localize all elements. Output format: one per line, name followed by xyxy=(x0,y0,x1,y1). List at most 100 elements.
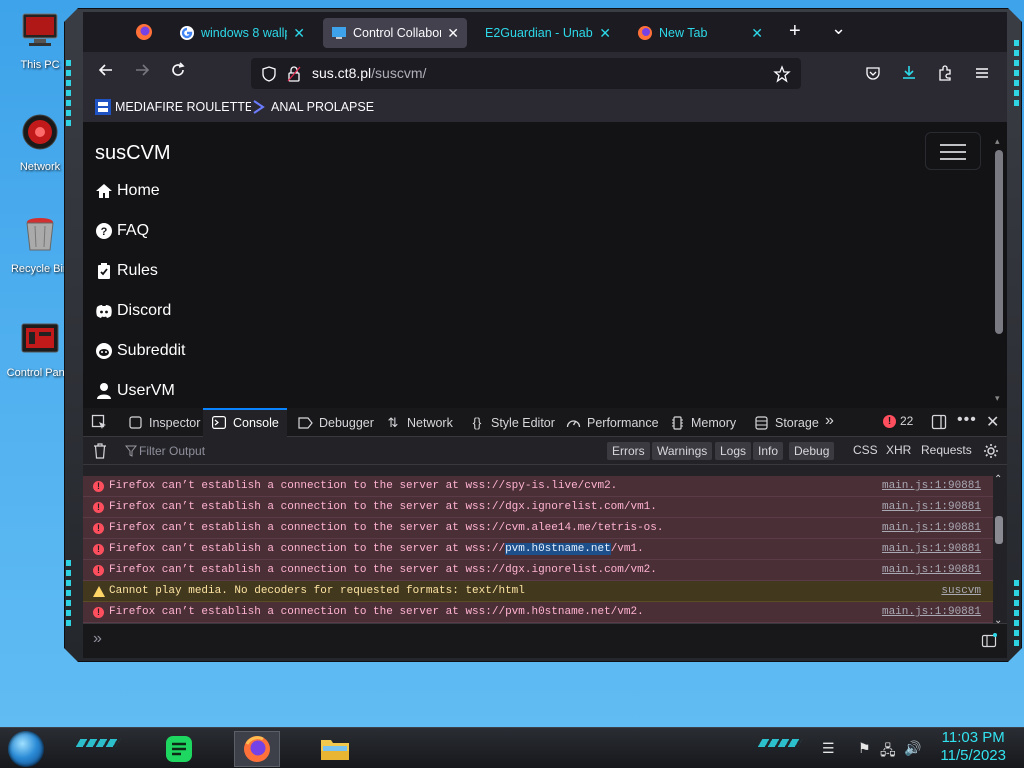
new-tab-button[interactable]: + xyxy=(789,20,801,43)
more-tools-chevron-icon[interactable]: » xyxy=(825,412,834,430)
console-message-warning[interactable]: Cannot play media. No decoders for reque… xyxy=(83,581,993,602)
more-options-icon[interactable]: ••• xyxy=(957,411,977,429)
trash-icon[interactable] xyxy=(93,443,107,459)
scroll-up-icon[interactable]: ⌃ xyxy=(994,474,1002,485)
close-tab-icon[interactable]: ✕ xyxy=(751,25,763,42)
notes-icon xyxy=(166,736,192,762)
nav-link-discord[interactable]: Discord xyxy=(95,302,171,320)
filter-debug-button[interactable]: Debug xyxy=(789,442,835,460)
console-message-error[interactable]: ! Firefox can’t establish a connection t… xyxy=(83,560,993,581)
bookmark-anal-prolapse[interactable]: ANAL PROLAPSE xyxy=(251,99,374,115)
hamburger-line xyxy=(940,158,966,160)
firefox-icon[interactable] xyxy=(135,23,153,41)
url-bar[interactable]: sus.ct8.pl/suscvm/ xyxy=(251,58,801,89)
console-message-error[interactable]: ! Firefox can’t establish a connection t… xyxy=(83,602,993,623)
navbar-toggle-button[interactable] xyxy=(925,132,981,170)
nav-link-home[interactable]: Home xyxy=(95,182,160,200)
forward-button[interactable] xyxy=(129,61,155,85)
nav-link-faq[interactable]: ? FAQ xyxy=(95,222,149,240)
bookmark-mediafire-rouletter[interactable]: MEDIAFIRE ROULETTER xyxy=(95,99,262,115)
tab-list-button[interactable]: ⌄ xyxy=(831,18,846,39)
source-link[interactable]: main.js:1:90881 xyxy=(882,518,981,539)
tab-console[interactable]: Console xyxy=(203,408,287,437)
error-count-badge[interactable]: ! 22 xyxy=(883,414,913,428)
taskbar-app-notes[interactable] xyxy=(156,731,202,767)
tab-new-tab[interactable]: New Tab ✕ xyxy=(629,18,771,48)
source-link[interactable]: main.js:1:90881 xyxy=(882,539,981,560)
console-message-error[interactable]: ! Firefox can’t establish a connection t… xyxy=(83,497,993,518)
reload-button[interactable] xyxy=(165,61,191,85)
tab-storage[interactable]: Storage xyxy=(747,408,825,437)
tab-windows-8-wallpaper[interactable]: windows 8 wallpa ✕ xyxy=(171,18,313,48)
system-clock[interactable]: 11:03 PM 11/5/2023 xyxy=(940,729,1006,765)
filter-info-button[interactable]: Info xyxy=(753,442,784,460)
download-icon[interactable] xyxy=(900,64,918,82)
filter-requests-button[interactable]: Requests xyxy=(921,443,972,457)
home-icon xyxy=(96,184,112,198)
taskbar-app-explorer[interactable] xyxy=(312,731,358,767)
tab-memory[interactable]: Memory xyxy=(663,408,742,437)
show-hidden-icons-icon[interactable]: ☰ xyxy=(822,740,835,757)
dock-side-icon[interactable] xyxy=(931,414,947,430)
network-icon xyxy=(22,114,58,150)
tab-control-collaborative[interactable]: Control Collabora ✕ xyxy=(323,18,467,48)
source-link[interactable]: suscvm xyxy=(941,581,981,602)
nav-link-uservm[interactable]: UserVM xyxy=(95,382,175,400)
tab-inspector[interactable]: Inspector xyxy=(121,408,206,437)
filter-warnings-button[interactable]: Warnings xyxy=(652,442,713,460)
site-brand[interactable]: susCVM xyxy=(95,142,171,165)
back-button[interactable] xyxy=(93,61,119,85)
message-text: /vm1. xyxy=(610,543,644,555)
pocket-icon[interactable] xyxy=(865,65,881,81)
url-text[interactable]: sus.ct8.pl/suscvm/ xyxy=(312,65,426,81)
monitor-icon xyxy=(332,27,346,39)
scrollbar-thumb[interactable] xyxy=(995,150,1003,334)
menu-icon[interactable] xyxy=(973,64,991,82)
shield-icon[interactable] xyxy=(261,66,277,82)
nav-link-subreddit[interactable]: Subreddit xyxy=(95,342,186,360)
star-icon[interactable] xyxy=(773,65,791,83)
close-tab-icon[interactable]: ✕ xyxy=(599,25,611,42)
taskbar-app-firefox[interactable] xyxy=(234,731,280,767)
console-scrollbar[interactable]: ⌃ ⌄ xyxy=(993,474,1005,626)
console-message-text: Cannot play media. No decoders for reque… xyxy=(109,581,525,602)
scrollbar-thumb[interactable] xyxy=(995,516,1003,544)
close-tab-icon[interactable]: ✕ xyxy=(447,25,459,42)
filter-output-input[interactable] xyxy=(139,442,339,460)
filter-logs-button[interactable]: Logs xyxy=(715,442,752,460)
filter-css-button[interactable]: CSS xyxy=(853,443,878,457)
action-center-flag-icon[interactable]: ⚑ xyxy=(858,740,871,757)
filter-errors-button[interactable]: Errors xyxy=(607,442,650,460)
tab-network[interactable]: ⇅ Network xyxy=(379,408,459,437)
tab-style-editor[interactable]: {} Style Editor xyxy=(463,408,561,437)
source-link[interactable]: main.js:1:90881 xyxy=(882,602,981,623)
close-tab-icon[interactable]: ✕ xyxy=(293,25,305,42)
start-button[interactable] xyxy=(8,731,44,767)
volume-icon[interactable]: 🔊 xyxy=(904,740,921,757)
reddit-icon xyxy=(96,343,112,359)
network-status-icon[interactable]: 🖧 xyxy=(880,740,896,764)
filter-xhr-button[interactable]: XHR xyxy=(886,443,911,457)
element-picker-icon[interactable] xyxy=(91,414,107,430)
close-devtools-icon[interactable]: ✕ xyxy=(986,412,999,432)
extensions-icon[interactable] xyxy=(936,64,954,82)
console-message-error[interactable]: ! Firefox can’t establish a connection t… xyxy=(83,518,993,539)
scroll-down-icon[interactable]: ▾ xyxy=(995,393,1000,404)
error-icon: ! xyxy=(93,502,104,513)
source-link[interactable]: main.js:1:90881 xyxy=(882,560,981,581)
console-input[interactable]: » xyxy=(83,623,1007,658)
source-link[interactable]: main.js:1:90881 xyxy=(882,497,981,518)
scroll-up-icon[interactable]: ▴ xyxy=(995,136,1000,147)
console-message-error[interactable]: ! Firefox can’t establish a connection t… xyxy=(83,476,993,497)
settings-gear-icon[interactable] xyxy=(983,443,999,459)
monitor-icon xyxy=(22,13,58,46)
lock-icon[interactable] xyxy=(287,66,301,82)
tab-performance[interactable]: Performance xyxy=(559,408,665,437)
source-link[interactable]: main.js:1:90881 xyxy=(882,476,981,497)
nav-link-rules[interactable]: Rules xyxy=(95,262,158,280)
tab-e2guardian[interactable]: E2Guardian - Unable t ✕ xyxy=(477,18,619,48)
page-scrollbar[interactable]: ▴ ▾ xyxy=(993,136,1005,404)
console-message-error[interactable]: ! Firefox can’t establish a connection t… xyxy=(83,539,993,560)
tab-debugger[interactable]: Debugger xyxy=(291,408,380,437)
editor-mode-icon[interactable] xyxy=(981,633,997,649)
